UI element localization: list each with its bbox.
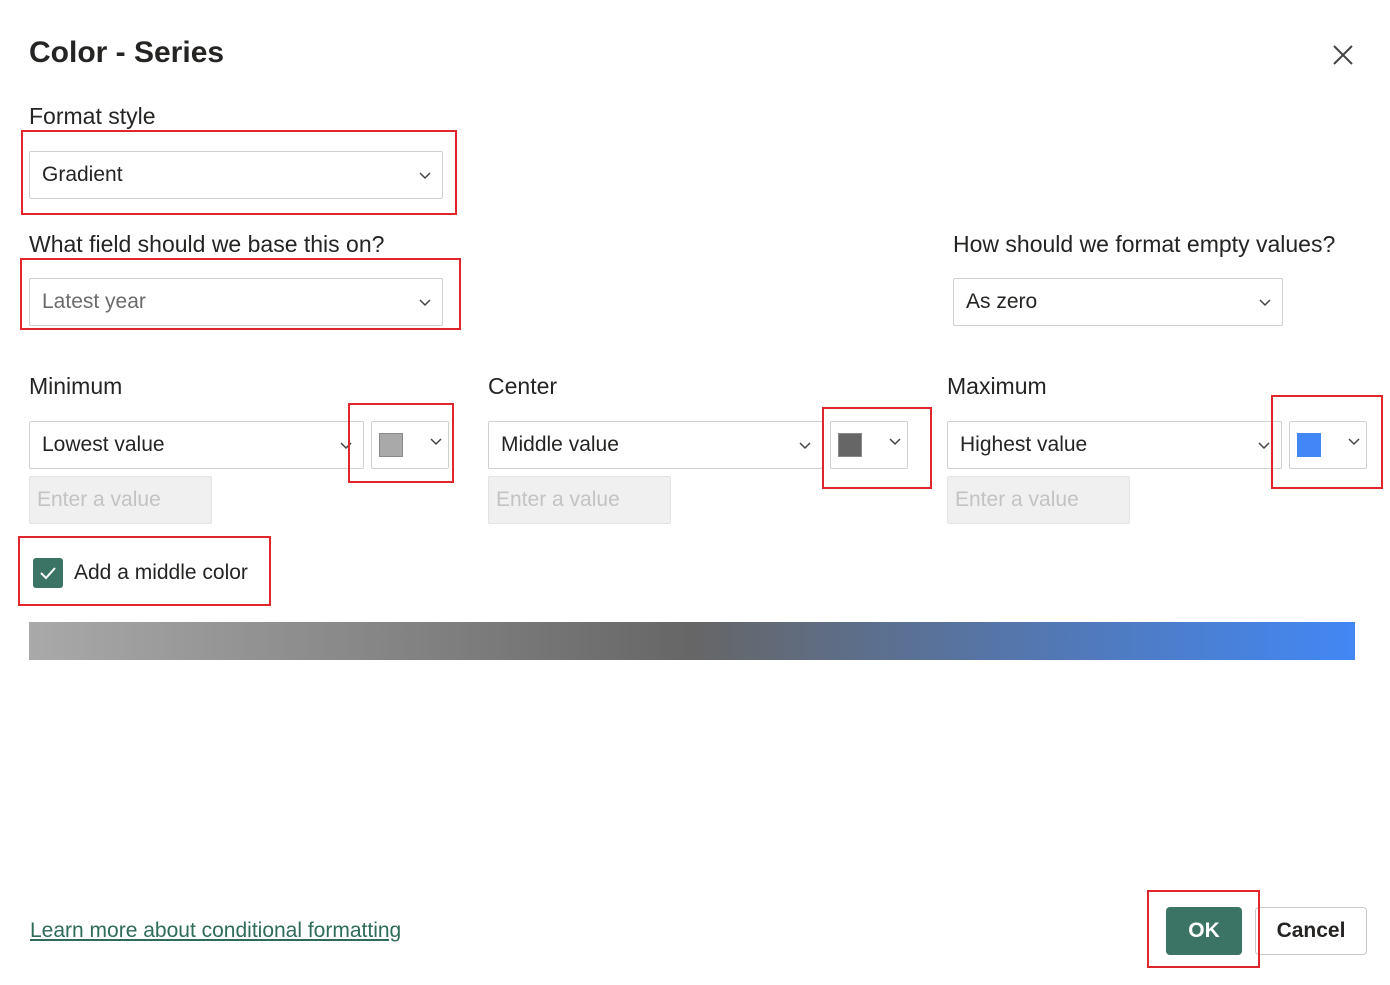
base-field-label: What field should we base this on? xyxy=(29,231,385,257)
maximum-color-swatch xyxy=(1297,433,1321,457)
dialog-title: Color - Series xyxy=(29,36,225,69)
format-style-label: Format style xyxy=(29,103,156,129)
minimum-color-picker[interactable] xyxy=(371,421,449,469)
empty-values-value: As zero xyxy=(966,290,1038,313)
minimum-label: Minimum xyxy=(29,373,123,399)
close-button[interactable] xyxy=(1328,40,1358,70)
cancel-button[interactable]: Cancel xyxy=(1255,907,1367,955)
chevron-down-icon xyxy=(799,442,811,450)
center-value-input[interactable]: Enter a value xyxy=(488,476,671,524)
chevron-down-icon xyxy=(430,438,442,446)
minimum-value: Lowest value xyxy=(42,433,165,456)
empty-values-label: How should we format empty values? xyxy=(953,231,1336,257)
base-field-value: Latest year xyxy=(42,290,146,313)
chevron-down-icon xyxy=(419,172,431,180)
maximum-dropdown[interactable]: Highest value xyxy=(947,421,1282,469)
center-color-picker[interactable] xyxy=(830,421,908,469)
format-style-value: Gradient xyxy=(42,163,123,186)
minimum-color-swatch xyxy=(379,433,403,457)
gradient-preview-bar xyxy=(29,622,1355,660)
chevron-down-icon xyxy=(1258,442,1270,450)
empty-values-dropdown[interactable]: As zero xyxy=(953,278,1283,326)
format-style-dropdown[interactable]: Gradient xyxy=(29,151,443,199)
maximum-value: Highest value xyxy=(960,433,1088,456)
minimum-value-input[interactable]: Enter a value xyxy=(29,476,212,524)
chevron-down-icon xyxy=(1348,438,1360,446)
maximum-label: Maximum xyxy=(947,373,1047,399)
learn-more-link[interactable]: Learn more about conditional formatting xyxy=(30,919,401,943)
checkmark-icon xyxy=(40,567,56,580)
center-color-swatch xyxy=(838,433,862,457)
maximum-value-input[interactable]: Enter a value xyxy=(947,476,1130,524)
base-field-dropdown[interactable]: Latest year xyxy=(29,278,443,326)
chevron-down-icon xyxy=(1259,299,1271,307)
maximum-color-picker[interactable] xyxy=(1289,421,1367,469)
center-value: Middle value xyxy=(501,433,619,456)
middle-color-checkbox[interactable] xyxy=(33,558,63,588)
middle-color-label: Add a middle color xyxy=(74,561,248,584)
close-icon xyxy=(1333,45,1353,65)
ok-button[interactable]: OK xyxy=(1166,907,1242,955)
center-dropdown[interactable]: Middle value xyxy=(488,421,823,469)
center-label: Center xyxy=(488,373,558,399)
chevron-down-icon xyxy=(419,299,431,307)
chevron-down-icon xyxy=(889,438,901,446)
chevron-down-icon xyxy=(340,442,352,450)
minimum-dropdown[interactable]: Lowest value xyxy=(29,421,364,469)
